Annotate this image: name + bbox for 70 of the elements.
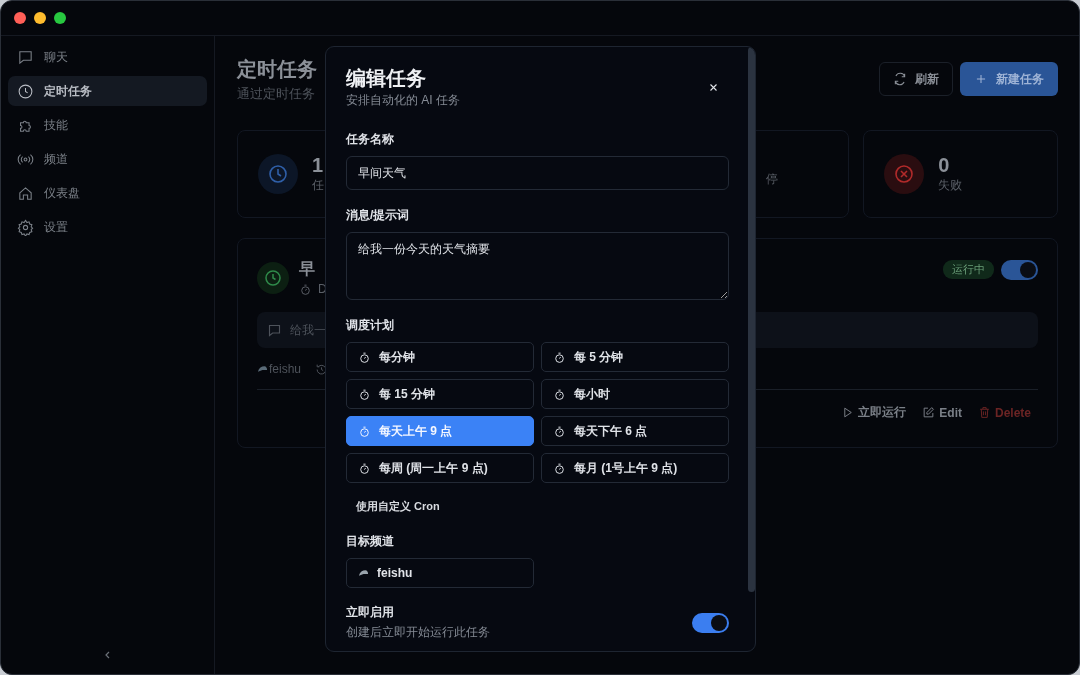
stat-value: 1 (312, 154, 324, 177)
sidebar-item[interactable]: 技能 (8, 110, 207, 140)
channel-label: feishu (257, 362, 302, 376)
edit-button[interactable]: Edit (917, 404, 967, 421)
timer-icon (553, 387, 566, 401)
chat-icon (267, 322, 282, 338)
channel-option[interactable]: feishu (346, 558, 534, 588)
schedule-option[interactable]: 每 5 分钟 (541, 342, 729, 372)
edit-icon (922, 406, 936, 419)
chat-icon (17, 48, 34, 66)
zoom-window-button[interactable] (54, 12, 66, 24)
stat-value: 0 (938, 154, 951, 177)
timer-icon (358, 424, 371, 438)
enable-toggle[interactable] (692, 612, 729, 633)
task-title: 早 (299, 259, 316, 279)
field-label: 目标频道 (346, 533, 395, 550)
refresh-icon (893, 72, 907, 86)
stat-label: 失败 (938, 177, 963, 194)
timer-icon (553, 350, 566, 364)
close-window-button[interactable] (14, 12, 26, 24)
new-task-button[interactable]: 新建任务 (960, 62, 1058, 96)
clock-icon (257, 261, 289, 294)
scrollbar[interactable] (748, 47, 755, 592)
timer-icon (358, 350, 371, 364)
prompt-field[interactable]: 给我一份今天的天气摘要 (346, 232, 729, 300)
schedule-option[interactable]: 每小时 (541, 379, 729, 409)
page-subtitle: 通过定时任务 (237, 85, 316, 103)
schedule-option[interactable]: 每天下午 6 点 (541, 416, 729, 446)
timer-icon (553, 424, 566, 438)
refresh-button[interactable]: 刷新 (879, 62, 953, 96)
bird-icon (257, 364, 268, 374)
task-toggle[interactable] (1001, 259, 1038, 280)
clock-icon (258, 154, 298, 194)
home-icon (17, 184, 34, 202)
play-icon (841, 406, 855, 419)
status-badge: 运行中 (943, 260, 994, 279)
sidebar-item[interactable]: 设置 (8, 212, 207, 242)
timer-icon (358, 387, 371, 401)
trash-icon (977, 406, 991, 419)
sidebar-item[interactable]: 仪表盘 (8, 178, 207, 208)
plus-icon (974, 72, 988, 86)
settings-icon (17, 218, 34, 236)
enable-label: 立即启用 (346, 604, 395, 621)
task-name-field[interactable]: 早间天气 (346, 156, 729, 190)
sidebar-item[interactable]: 聊天 (8, 42, 207, 72)
clock-icon (17, 82, 34, 100)
sidebar-item[interactable]: 定时任务 (8, 76, 207, 106)
schedule-option[interactable]: 每分钟 (346, 342, 534, 372)
run-now-button[interactable]: 立即运行 (836, 404, 912, 421)
stat-label: 任 (312, 177, 324, 194)
sidebar-item[interactable]: 频道 (8, 144, 207, 174)
field-label: 调度计划 (346, 317, 395, 334)
dialog-subtitle: 安排自动化的 AI 任务 (346, 92, 460, 109)
schedule-option[interactable]: 每 15 分钟 (346, 379, 534, 409)
minimize-window-button[interactable] (34, 12, 46, 24)
timer-icon (358, 461, 371, 475)
custom-cron-link[interactable]: 使用自定义 Cron (349, 493, 447, 520)
bird-icon (358, 568, 369, 578)
error-icon (884, 154, 925, 194)
enable-description: 创建后立即开始运行此任务 (346, 624, 490, 641)
schedule-option[interactable]: 每月 (1号上午 9 点) (541, 453, 729, 483)
timer-icon (553, 461, 566, 475)
close-icon[interactable] (709, 82, 718, 92)
timer-icon (299, 282, 312, 296)
dialog-title: 编辑任务 (346, 66, 427, 91)
page-title: 定时任务 (237, 57, 317, 82)
field-label: 消息/提示词 (346, 207, 411, 224)
field-label: 任务名称 (346, 131, 395, 148)
stat-label: 停 (764, 170, 778, 188)
schedule-option[interactable]: 每周 (周一上午 9 点) (346, 453, 534, 483)
